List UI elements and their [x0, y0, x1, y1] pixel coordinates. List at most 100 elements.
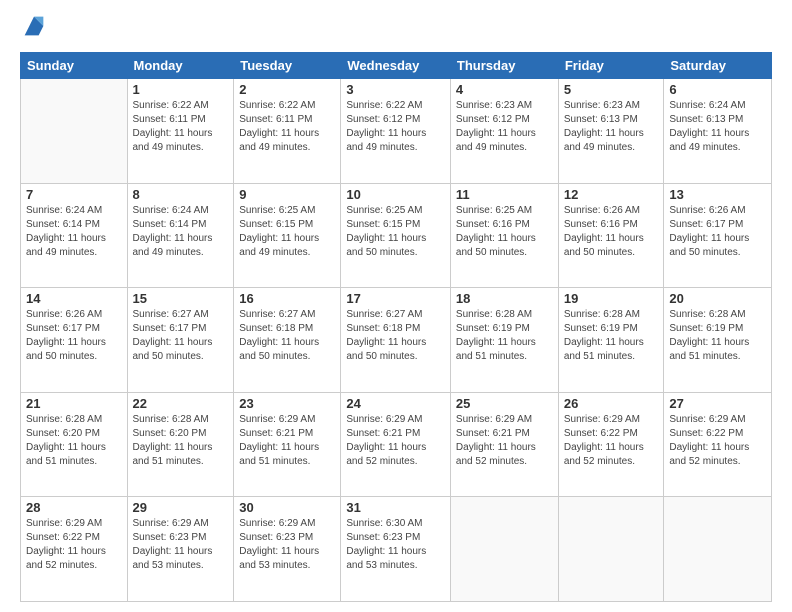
day-number: 13: [669, 187, 766, 202]
day-info: Sunrise: 6:24 AMSunset: 6:14 PMDaylight:…: [26, 204, 122, 260]
calendar-table: SundayMondayTuesdayWednesdayThursdayFrid…: [20, 52, 772, 602]
calendar-cell: 13 Sunrise: 6:26 AMSunset: 6:17 PMDayligh…: [664, 183, 772, 288]
day-number: 17: [346, 291, 445, 306]
day-number: 22: [133, 396, 229, 411]
weekday-thursday: Thursday: [450, 53, 558, 79]
calendar-cell: [450, 497, 558, 602]
calendar-cell: [21, 79, 128, 184]
day-info: Sunrise: 6:27 AMSunset: 6:18 PMDaylight:…: [346, 308, 445, 364]
calendar-cell: 16 Sunrise: 6:27 AMSunset: 6:18 PMDayligh…: [234, 288, 341, 393]
day-number: 30: [239, 500, 335, 515]
day-number: 18: [456, 291, 553, 306]
day-number: 15: [133, 291, 229, 306]
day-info: Sunrise: 6:28 AMSunset: 6:19 PMDaylight:…: [456, 308, 553, 364]
day-number: 11: [456, 187, 553, 202]
day-info: Sunrise: 6:23 AMSunset: 6:13 PMDaylight:…: [564, 99, 659, 155]
day-number: 27: [669, 396, 766, 411]
day-info: Sunrise: 6:28 AMSunset: 6:20 PMDaylight:…: [133, 413, 229, 469]
day-info: Sunrise: 6:26 AMSunset: 6:17 PMDaylight:…: [669, 204, 766, 260]
day-info: Sunrise: 6:29 AMSunset: 6:21 PMDaylight:…: [239, 413, 335, 469]
day-info: Sunrise: 6:22 AMSunset: 6:12 PMDaylight:…: [346, 99, 445, 155]
day-number: 8: [133, 187, 229, 202]
day-number: 4: [456, 82, 553, 97]
page: SundayMondayTuesdayWednesdayThursdayFrid…: [0, 0, 792, 612]
day-number: 23: [239, 396, 335, 411]
day-info: Sunrise: 6:29 AMSunset: 6:21 PMDaylight:…: [456, 413, 553, 469]
weekday-monday: Monday: [127, 53, 234, 79]
day-info: Sunrise: 6:28 AMSunset: 6:19 PMDaylight:…: [669, 308, 766, 364]
calendar-cell: 18 Sunrise: 6:28 AMSunset: 6:19 PMDayligh…: [450, 288, 558, 393]
calendar-cell: 19 Sunrise: 6:28 AMSunset: 6:19 PMDayligh…: [558, 288, 664, 393]
calendar-cell: 24 Sunrise: 6:29 AMSunset: 6:21 PMDayligh…: [341, 392, 451, 497]
calendar-cell: 5 Sunrise: 6:23 AMSunset: 6:13 PMDaylight…: [558, 79, 664, 184]
calendar-cell: [558, 497, 664, 602]
day-number: 14: [26, 291, 122, 306]
logo-icon: [20, 12, 48, 40]
day-number: 10: [346, 187, 445, 202]
calendar-cell: 11Sunrise: 6:25 AMSunset: 6:16 PMDayligh…: [450, 183, 558, 288]
day-number: 9: [239, 187, 335, 202]
calendar-cell: 27 Sunrise: 6:29 AMSunset: 6:22 PMDayligh…: [664, 392, 772, 497]
week-row-3: 21 Sunrise: 6:28 AMSunset: 6:20 PMDayligh…: [21, 392, 772, 497]
calendar-cell: 25Sunrise: 6:29 AMSunset: 6:21 PMDayligh…: [450, 392, 558, 497]
logo: [20, 16, 52, 44]
weekday-tuesday: Tuesday: [234, 53, 341, 79]
day-info: Sunrise: 6:23 AMSunset: 6:12 PMDaylight:…: [456, 99, 553, 155]
day-info: Sunrise: 6:29 AMSunset: 6:22 PMDaylight:…: [26, 517, 122, 573]
day-number: 24: [346, 396, 445, 411]
day-number: 12: [564, 187, 659, 202]
calendar-cell: 8 Sunrise: 6:24 AMSunset: 6:14 PMDaylight…: [127, 183, 234, 288]
day-info: Sunrise: 6:30 AMSunset: 6:23 PMDaylight:…: [346, 517, 445, 573]
calendar-cell: 9 Sunrise: 6:25 AMSunset: 6:15 PMDaylight…: [234, 183, 341, 288]
day-info: Sunrise: 6:29 AMSunset: 6:22 PMDaylight:…: [669, 413, 766, 469]
day-number: 21: [26, 396, 122, 411]
day-number: 19: [564, 291, 659, 306]
calendar-cell: 10 Sunrise: 6:25 AMSunset: 6:15 PMDayligh…: [341, 183, 451, 288]
weekday-friday: Friday: [558, 53, 664, 79]
calendar-cell: 29 Sunrise: 6:29 AMSunset: 6:23 PMDayligh…: [127, 497, 234, 602]
day-info: Sunrise: 6:25 AMSunset: 6:15 PMDaylight:…: [346, 204, 445, 260]
day-info: Sunrise: 6:27 AMSunset: 6:17 PMDaylight:…: [133, 308, 229, 364]
week-row-1: 7 Sunrise: 6:24 AMSunset: 6:14 PMDaylight…: [21, 183, 772, 288]
day-number: 31: [346, 500, 445, 515]
calendar-cell: 26 Sunrise: 6:29 AMSunset: 6:22 PMDayligh…: [558, 392, 664, 497]
day-info: Sunrise: 6:22 AMSunset: 6:11 PMDaylight:…: [133, 99, 229, 155]
calendar-cell: 22 Sunrise: 6:28 AMSunset: 6:20 PMDayligh…: [127, 392, 234, 497]
weekday-header-row: SundayMondayTuesdayWednesdayThursdayFrid…: [21, 53, 772, 79]
day-info: Sunrise: 6:27 AMSunset: 6:18 PMDaylight:…: [239, 308, 335, 364]
week-row-0: 1 Sunrise: 6:22 AMSunset: 6:11 PMDaylight…: [21, 79, 772, 184]
calendar-cell: 4 Sunrise: 6:23 AMSunset: 6:12 PMDaylight…: [450, 79, 558, 184]
weekday-saturday: Saturday: [664, 53, 772, 79]
day-info: Sunrise: 6:29 AMSunset: 6:23 PMDaylight:…: [239, 517, 335, 573]
day-info: Sunrise: 6:25 AMSunset: 6:15 PMDaylight:…: [239, 204, 335, 260]
weekday-sunday: Sunday: [21, 53, 128, 79]
day-number: 28: [26, 500, 122, 515]
day-number: 7: [26, 187, 122, 202]
calendar-cell: 2Sunrise: 6:22 AMSunset: 6:11 PMDaylight…: [234, 79, 341, 184]
day-info: Sunrise: 6:24 AMSunset: 6:14 PMDaylight:…: [133, 204, 229, 260]
calendar-cell: 12Sunrise: 6:26 AMSunset: 6:16 PMDayligh…: [558, 183, 664, 288]
calendar-cell: 17 Sunrise: 6:27 AMSunset: 6:18 PMDayligh…: [341, 288, 451, 393]
calendar-cell: 15 Sunrise: 6:27 AMSunset: 6:17 PMDayligh…: [127, 288, 234, 393]
day-number: 3: [346, 82, 445, 97]
day-number: 29: [133, 500, 229, 515]
calendar-cell: 1 Sunrise: 6:22 AMSunset: 6:11 PMDaylight…: [127, 79, 234, 184]
week-row-4: 28 Sunrise: 6:29 AMSunset: 6:22 PMDayligh…: [21, 497, 772, 602]
day-info: Sunrise: 6:28 AMSunset: 6:20 PMDaylight:…: [26, 413, 122, 469]
day-info: Sunrise: 6:29 AMSunset: 6:21 PMDaylight:…: [346, 413, 445, 469]
day-number: 1: [133, 82, 229, 97]
calendar-cell: 21 Sunrise: 6:28 AMSunset: 6:20 PMDayligh…: [21, 392, 128, 497]
day-info: Sunrise: 6:29 AMSunset: 6:23 PMDaylight:…: [133, 517, 229, 573]
calendar-cell: 7 Sunrise: 6:24 AMSunset: 6:14 PMDaylight…: [21, 183, 128, 288]
calendar-cell: 3 Sunrise: 6:22 AMSunset: 6:12 PMDaylight…: [341, 79, 451, 184]
day-info: Sunrise: 6:26 AMSunset: 6:17 PMDaylight:…: [26, 308, 122, 364]
day-number: 6: [669, 82, 766, 97]
day-number: 16: [239, 291, 335, 306]
calendar-cell: 30 Sunrise: 6:29 AMSunset: 6:23 PMDayligh…: [234, 497, 341, 602]
calendar-cell: [664, 497, 772, 602]
day-number: 5: [564, 82, 659, 97]
day-number: 26: [564, 396, 659, 411]
day-info: Sunrise: 6:29 AMSunset: 6:22 PMDaylight:…: [564, 413, 659, 469]
day-info: Sunrise: 6:28 AMSunset: 6:19 PMDaylight:…: [564, 308, 659, 364]
week-row-2: 14 Sunrise: 6:26 AMSunset: 6:17 PMDayligh…: [21, 288, 772, 393]
